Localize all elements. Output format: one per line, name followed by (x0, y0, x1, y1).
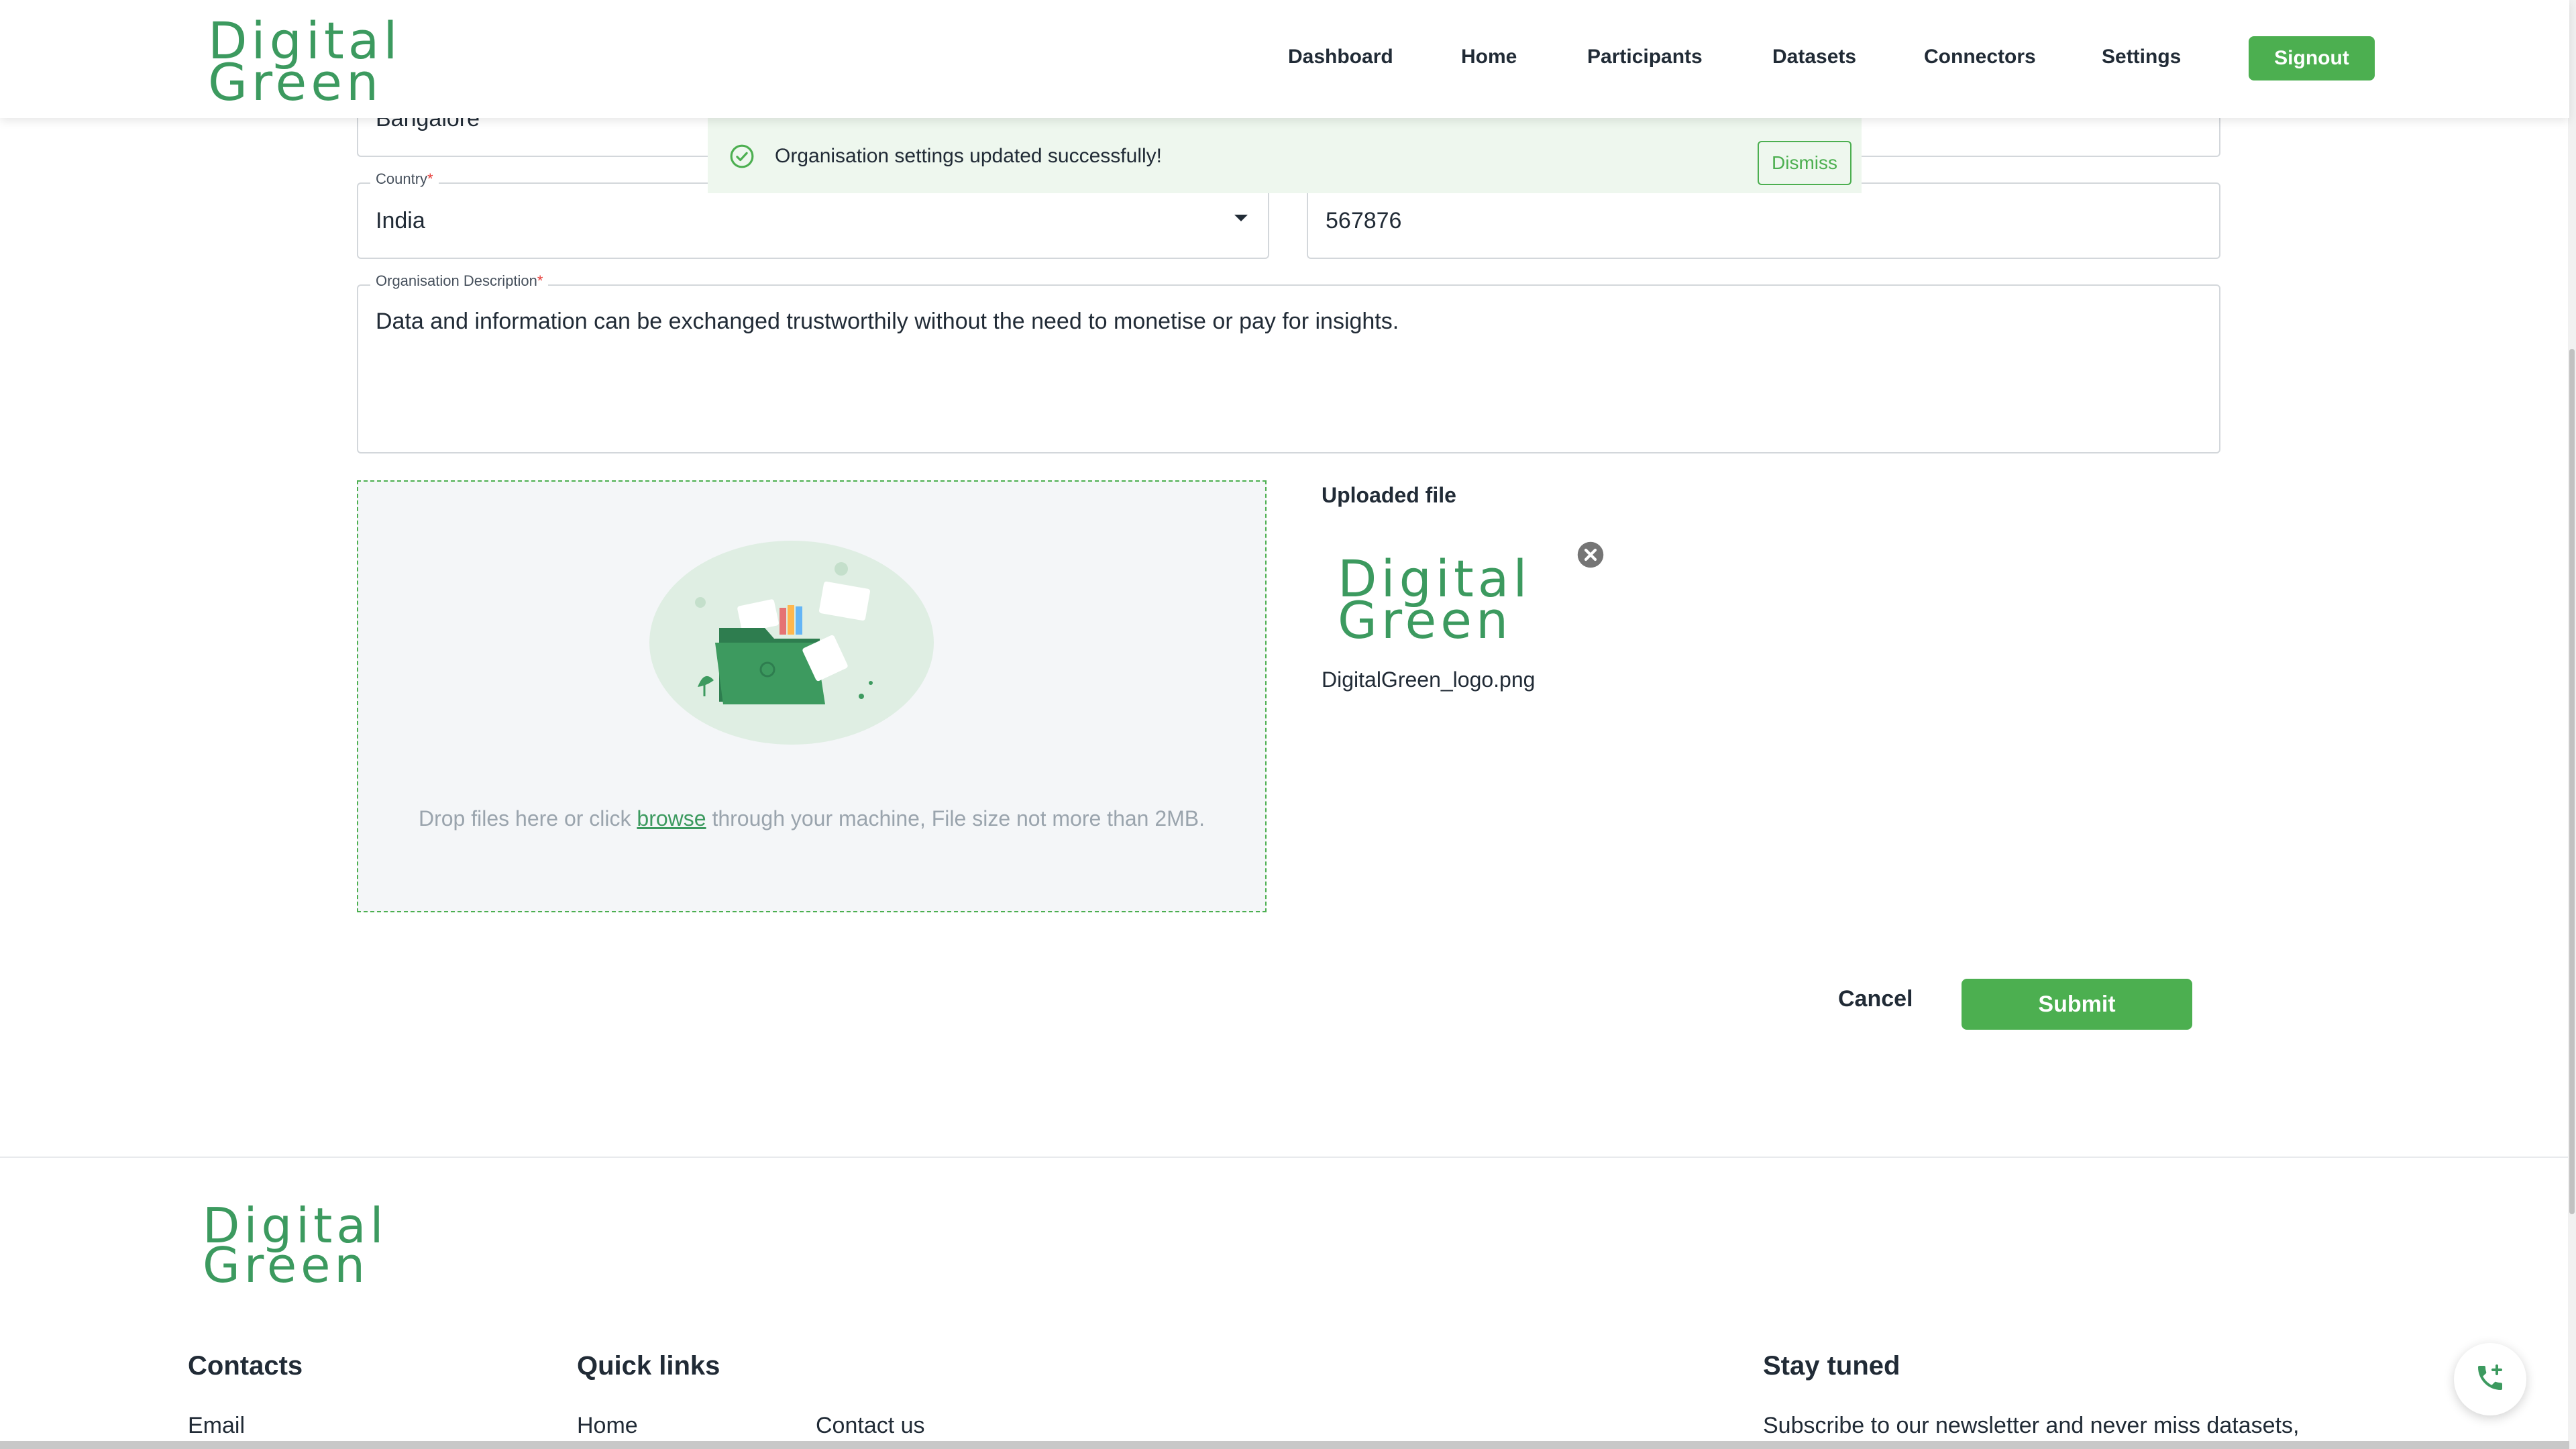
dismiss-button[interactable]: Dismiss (1758, 141, 1851, 185)
check-circle-icon (729, 144, 755, 169)
country-label-text: Country (376, 170, 428, 187)
header-logo-line2: Green (208, 52, 383, 113)
nav-connectors[interactable]: Connectors (1924, 46, 2036, 68)
country-label: Country* (370, 170, 439, 188)
description-label: Organisation Description* (370, 272, 549, 290)
footer-logo-line2: Green (203, 1237, 370, 1294)
drop-text-suffix: through your machine, File size not more… (706, 806, 1205, 830)
dropzone-instructions: Drop files here or click browse through … (402, 802, 1221, 835)
description-value: Data and information can be exchanged tr… (376, 309, 1399, 334)
uploaded-file-heading: Uploaded file (1322, 483, 1456, 507)
pincode-value: 567876 (1326, 208, 1402, 233)
quick-links-heading: Quick links (577, 1351, 720, 1381)
nav-dashboard[interactable]: Dashboard (1288, 46, 1393, 68)
call-support-button[interactable] (2454, 1343, 2526, 1415)
footer-logo[interactable]: Digital Green (203, 1201, 388, 1294)
contacts-heading: Contacts (188, 1351, 303, 1381)
footer-divider (0, 1157, 2569, 1158)
cancel-button[interactable]: Cancel (1838, 986, 1913, 1012)
quick-link-contact-us[interactable]: Contact us (816, 1413, 925, 1439)
submit-button[interactable]: Submit (1962, 979, 2192, 1030)
success-toast: Organisation settings updated successful… (708, 118, 1862, 193)
folder-illustration-icon (640, 529, 949, 757)
browse-link[interactable]: browse (637, 806, 706, 830)
signout-button[interactable]: Signout (2249, 36, 2375, 80)
horizontal-scrollbar[interactable] (0, 1441, 2569, 1449)
pincode-field[interactable]: 567876 (1307, 182, 2220, 259)
organisation-description-field[interactable]: Data and information can be exchanged tr… (357, 284, 2220, 453)
country-select[interactable]: India (357, 182, 1269, 259)
nav-participants[interactable]: Participants (1587, 46, 1703, 68)
nav-datasets[interactable]: Datasets (1772, 46, 1856, 68)
header-logo[interactable]: Digital Green (208, 15, 401, 113)
file-dropzone[interactable] (357, 480, 1267, 912)
preview-logo-line2: Green (1338, 590, 1513, 651)
description-required-mark: * (537, 272, 543, 289)
drop-text-prefix: Drop files here or click (418, 806, 637, 830)
phone-add-icon (2474, 1362, 2506, 1397)
stay-tuned-heading: Stay tuned (1763, 1351, 1900, 1381)
top-navbar: Digital Green Dashboard Home Participant… (0, 0, 2569, 118)
toast-message: Organisation settings updated successful… (775, 145, 1162, 167)
country-value: India (376, 208, 425, 233)
vertical-scrollbar-thumb[interactable] (2569, 349, 2575, 1214)
quick-link-home[interactable]: Home (577, 1413, 638, 1439)
description-label-text: Organisation Description (376, 272, 537, 289)
contacts-email-link[interactable]: Email (188, 1413, 245, 1439)
uploaded-file-name: DigitalGreen_logo.png (1322, 667, 1536, 692)
uploaded-logo-preview: Digital Green (1338, 553, 1531, 651)
close-circle-icon[interactable] (1576, 541, 1605, 569)
nav-home[interactable]: Home (1461, 46, 1517, 68)
nav-settings[interactable]: Settings (2102, 46, 2181, 68)
country-required-mark: * (427, 170, 433, 187)
stay-tuned-text: Subscribe to our newsletter and never mi… (1763, 1413, 2300, 1438)
caret-down-icon[interactable] (1234, 215, 1248, 221)
